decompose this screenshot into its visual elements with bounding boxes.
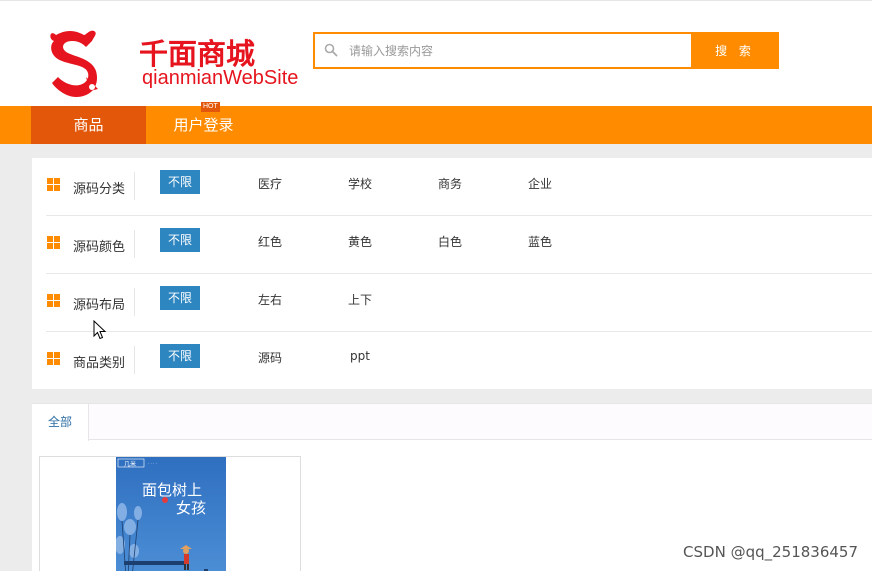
filter-row-layout: 源码布局 不限 左右 上下: [46, 274, 872, 332]
filter-row-category: 源码分类 不限 医疗 学校 商务 企业: [46, 158, 872, 216]
filter-option-unlimited[interactable]: 不限: [160, 170, 200, 194]
grid-icon: [47, 352, 60, 365]
divider: [134, 172, 135, 200]
filter-option[interactable]: 蓝色: [528, 233, 552, 250]
cover-title-line1: 面包树上: [142, 481, 202, 499]
search-button[interactable]: 搜 索: [691, 32, 779, 69]
filter-option-unlimited[interactable]: 不限: [160, 286, 200, 310]
mouse-cursor-icon: [93, 320, 107, 340]
svg-text:几米: 几米: [124, 460, 136, 468]
search-icon: [324, 43, 338, 57]
divider: [134, 346, 135, 374]
filter-row-product-type: 商品类别 不限 源码 ppt: [46, 332, 872, 390]
divider: [134, 288, 135, 316]
filter-option-unlimited[interactable]: 不限: [160, 228, 200, 252]
filter-label: 源码分类: [73, 182, 126, 197]
filter-panel: 源码分类 不限 医疗 学校 商务 企业 源码颜色 不限 红色 黄色 白色 蓝色 …: [32, 158, 872, 389]
filter-label: 源码布局: [73, 298, 126, 313]
logo-icon[interactable]: [46, 27, 102, 103]
filter-option[interactable]: 企业: [528, 175, 552, 192]
filter-row-color: 源码颜色 不限 红色 黄色 白色 蓝色: [46, 216, 872, 274]
filter-option[interactable]: 商务: [438, 175, 462, 192]
filter-option[interactable]: 黄色: [348, 233, 372, 250]
svg-text:· · · ·: · · · ·: [148, 461, 157, 466]
product-cover-image[interactable]: 几米 · · · · 面包树上 女孩: [116, 457, 226, 571]
search-input[interactable]: [349, 34, 689, 67]
results-tabbar: 全部: [32, 404, 872, 441]
grid-icon: [47, 236, 60, 249]
product-card[interactable]: 几米 · · · · 面包树上 女孩: [39, 456, 301, 571]
grid-icon: [47, 178, 60, 191]
filter-option[interactable]: 红色: [258, 233, 282, 250]
filter-label: 商品类别: [73, 356, 126, 371]
hot-badge: HOT: [201, 102, 220, 112]
grid-icon: [47, 294, 60, 307]
watermark: CSDN @qq_251836457: [683, 543, 858, 561]
header: 千面商城 qianmianWebSite 搜 索: [0, 0, 872, 106]
filter-option[interactable]: 左右: [258, 291, 282, 308]
filter-label: 源码颜色: [73, 240, 126, 255]
filter-option[interactable]: 上下: [348, 291, 372, 308]
filter-option[interactable]: 医疗: [258, 175, 282, 192]
site-subtitle: qianmianWebSite: [142, 67, 299, 89]
tab-all[interactable]: 全部: [32, 404, 89, 441]
filter-option[interactable]: 白色: [438, 233, 462, 250]
filter-option[interactable]: 学校: [348, 175, 372, 192]
filter-option[interactable]: ppt: [350, 349, 370, 363]
nav-item-products[interactable]: 商品: [31, 106, 146, 144]
search-bar: 搜 索: [313, 32, 779, 69]
cover-title-line2: 女孩: [176, 499, 206, 517]
main-nav: 商品 用户登录 HOT: [0, 102, 872, 144]
filter-option[interactable]: 源码: [258, 349, 282, 366]
filter-option-unlimited[interactable]: 不限: [160, 344, 200, 368]
divider: [134, 230, 135, 258]
